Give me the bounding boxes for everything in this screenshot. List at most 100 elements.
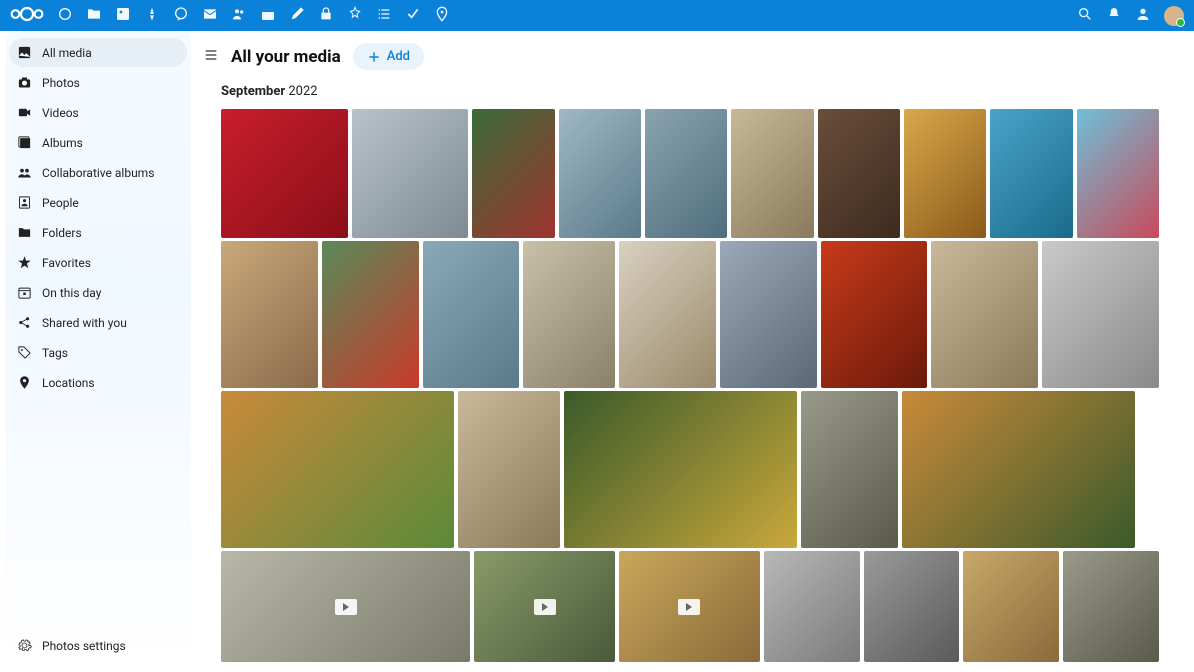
search-icon[interactable]: [1077, 6, 1093, 26]
photo-thumb[interactable]: [1077, 109, 1159, 238]
sidebar-item-collaborative-albums[interactable]: Collaborative albums: [9, 158, 187, 187]
sidebar-item-albums[interactable]: Albums: [9, 128, 187, 157]
photo-thumb[interactable]: [931, 241, 1038, 388]
sidebar-item-favorites[interactable]: Favorites: [9, 248, 187, 277]
avatar[interactable]: [1164, 6, 1184, 26]
tasks-icon[interactable]: [405, 6, 421, 26]
sidebar-item-tags[interactable]: Tags: [9, 338, 187, 367]
photo-thumb[interactable]: [564, 391, 797, 548]
play-icon: [534, 599, 556, 615]
photo-thumb[interactable]: [818, 109, 900, 238]
settings-label: Photos settings: [42, 639, 126, 653]
gallery-row: [221, 109, 1159, 238]
contacts-icon[interactable]: [231, 6, 247, 26]
photo-thumb[interactable]: [221, 241, 318, 388]
gallery-row: [221, 551, 1159, 662]
workspace: All media Photos Videos Albums Collaborative…: [5, 31, 1189, 667]
sidebar-item-label: Photos: [42, 76, 80, 90]
main: All your media Add September 2022: [191, 31, 1189, 667]
add-label: Add: [387, 49, 410, 64]
photo-thumb[interactable]: [322, 241, 419, 388]
photos-icon[interactable]: [115, 6, 131, 26]
maps-icon[interactable]: [434, 6, 450, 26]
album-icon: [17, 135, 32, 150]
folder-icon: [17, 225, 32, 240]
dashboard-icon[interactable]: [57, 6, 73, 26]
video-thumb[interactable]: [619, 551, 760, 662]
gallery: [191, 109, 1189, 667]
page-title: All your media: [231, 47, 341, 67]
sidebar-item-shared-with-you[interactable]: Shared with you: [9, 308, 187, 337]
photo-thumb[interactable]: [559, 109, 641, 238]
gallery-row: [221, 391, 1159, 548]
mail-icon[interactable]: [202, 6, 218, 26]
star-icon: [17, 255, 32, 270]
logo[interactable]: [10, 5, 44, 27]
photo-thumb[interactable]: [720, 241, 817, 388]
sidebar-item-all-media[interactable]: All media: [9, 38, 187, 67]
photo-thumb[interactable]: [458, 391, 560, 548]
sidebar-item-label: On this day: [42, 286, 101, 300]
calendar-icon[interactable]: [260, 6, 276, 26]
sidebar-item-label: Collaborative albums: [42, 166, 154, 180]
photo-thumb[interactable]: [864, 551, 960, 662]
sidebar-item-label: Shared with you: [42, 316, 127, 330]
workflow-icon[interactable]: [347, 6, 363, 26]
sidebar-item-label: Videos: [42, 106, 79, 120]
sidebar-item-folders[interactable]: Folders: [9, 218, 187, 247]
photo-thumb[interactable]: [731, 109, 813, 238]
photo-thumb[interactable]: [1042, 241, 1159, 388]
add-button[interactable]: Add: [353, 43, 424, 70]
share-icon: [17, 315, 32, 330]
sidebar-item-label: Folders: [42, 226, 82, 240]
contacts-menu-icon[interactable]: [1135, 6, 1151, 26]
photo-thumb[interactable]: [221, 109, 348, 238]
photo-thumb[interactable]: [645, 109, 727, 238]
group-icon: [17, 165, 32, 180]
sidebar-item-label: People: [42, 196, 79, 210]
photo-thumb[interactable]: [619, 241, 716, 388]
sidebar-item-label: Favorites: [42, 256, 91, 270]
camera-icon: [17, 75, 32, 90]
photo-thumb[interactable]: [902, 391, 1135, 548]
video-thumb[interactable]: [221, 551, 470, 662]
tag-icon: [17, 345, 32, 360]
sidebar-item-photos[interactable]: Photos: [9, 68, 187, 97]
topbar: [0, 0, 1194, 31]
sidebar: All media Photos Videos Albums Collaborative…: [5, 31, 191, 667]
photo-thumb[interactable]: [523, 241, 615, 388]
play-icon: [335, 599, 357, 615]
photo-thumb[interactable]: [1063, 551, 1159, 662]
plus-icon: [367, 50, 381, 64]
sidebar-item-videos[interactable]: Videos: [9, 98, 187, 127]
main-header: All your media Add: [191, 31, 1189, 76]
photo-thumb[interactable]: [352, 109, 468, 238]
photo-thumb[interactable]: [801, 391, 898, 548]
files-icon[interactable]: [86, 6, 102, 26]
notes-icon[interactable]: [289, 6, 305, 26]
photo-thumb[interactable]: [904, 109, 986, 238]
gallery-row: [221, 241, 1159, 388]
photo-thumb[interactable]: [764, 551, 860, 662]
talk-icon[interactable]: [173, 6, 189, 26]
date-header: September 2022: [191, 76, 1189, 109]
lists-icon[interactable]: [376, 6, 392, 26]
people-icon: [17, 195, 32, 210]
photo-thumb[interactable]: [990, 109, 1072, 238]
month: September: [221, 84, 285, 99]
sidebar-item-locations[interactable]: Locations: [9, 368, 187, 397]
hamburger-icon[interactable]: [203, 47, 219, 67]
photo-thumb[interactable]: [423, 241, 520, 388]
activity-icon[interactable]: [144, 6, 160, 26]
sidebar-item-on-this-day[interactable]: On this day: [9, 278, 187, 307]
sidebar-item-people[interactable]: People: [9, 188, 187, 217]
video-thumb[interactable]: [474, 551, 615, 662]
passwords-icon[interactable]: [318, 6, 334, 26]
photo-thumb[interactable]: [221, 391, 454, 548]
calendar-icon: [17, 285, 32, 300]
photo-thumb[interactable]: [821, 241, 928, 388]
photo-thumb[interactable]: [472, 109, 554, 238]
notifications-icon[interactable]: [1106, 6, 1122, 26]
photo-thumb[interactable]: [963, 551, 1059, 662]
photos-settings[interactable]: Photos settings: [9, 630, 187, 661]
